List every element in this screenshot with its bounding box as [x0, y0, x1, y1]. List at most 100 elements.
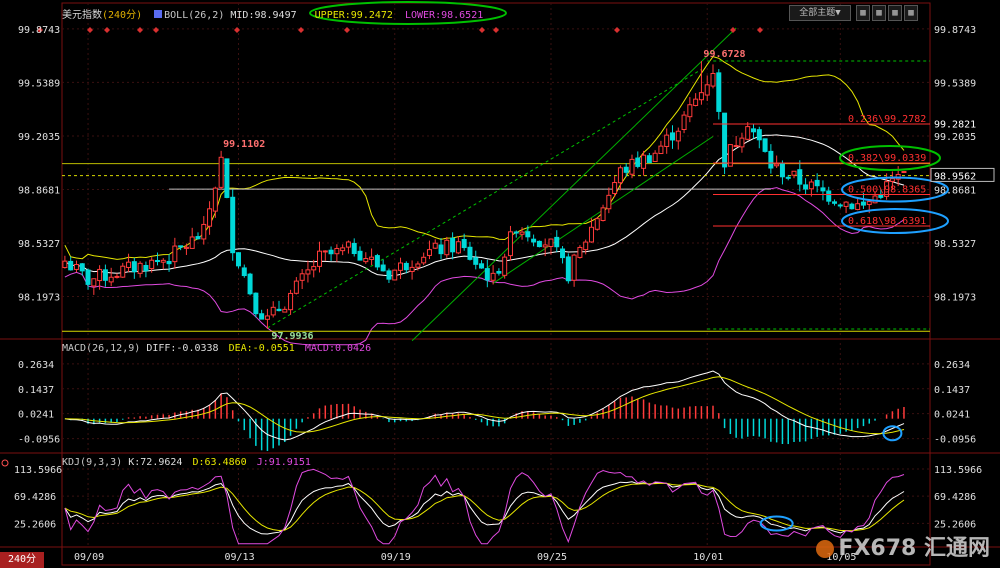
macd-diff: DIFF:-0.0338 — [146, 343, 219, 354]
candle-body — [860, 201, 866, 206]
y-tick-left: 98.5327 — [18, 239, 60, 250]
candle-body — [79, 263, 85, 272]
y-tick-right: 98.8681 — [934, 185, 976, 196]
price-annotation: 97.9936 — [271, 331, 313, 342]
candle-body — [108, 276, 114, 283]
kdj-header: KDJ(9,3,3) K:72.9624 D:63.4860 J:91.9151 — [62, 457, 311, 468]
y-tick-right: 98.5327 — [934, 239, 976, 250]
candle-body — [195, 236, 201, 240]
chart-canvas[interactable]: 0.236\99.2782 0.382\99.0339 0.500\98.8365 0… — [0, 0, 1000, 568]
candle-body — [392, 269, 398, 281]
candle-body — [241, 267, 247, 277]
candle-body — [594, 218, 600, 230]
y-tick-left: 98.1973 — [18, 293, 60, 304]
kdj-y-tick-left: 113.5966 — [14, 465, 62, 476]
candle-body — [687, 104, 693, 118]
y-tick-right: 99.8743 — [934, 25, 976, 36]
candle-body — [496, 271, 502, 274]
event-marker-icon — [493, 27, 499, 33]
candle-body — [218, 156, 224, 188]
y-tick-right: 98.1973 — [934, 293, 976, 304]
x-tick-label: 09/19 — [381, 552, 411, 563]
macd-y-tick-right: 0.2634 — [934, 360, 970, 371]
candle-body — [473, 257, 479, 265]
event-marker-icon — [757, 27, 763, 33]
candle-body — [542, 244, 548, 248]
candle-body — [479, 263, 485, 269]
boll-label: BOLL(26,2) — [164, 10, 225, 21]
period-badge[interactable]: 240分 — [0, 552, 44, 568]
kdj-d: D:63.4860 — [192, 457, 247, 468]
candle-body — [878, 194, 884, 198]
trend-line-dashed — [267, 69, 702, 329]
y-tick-right: 99.5389 — [934, 78, 976, 89]
boll-lower: LOWER:98.6521 — [404, 10, 484, 21]
candle-body — [571, 254, 577, 281]
candle-body — [820, 187, 826, 192]
candle-body — [525, 231, 531, 238]
candle-body — [154, 260, 160, 263]
boll-upper: UPPER:99.2472 — [314, 10, 393, 21]
candle-body — [698, 92, 704, 101]
indicator-toggle-icon[interactable] — [154, 10, 163, 18]
candle-body — [311, 266, 317, 271]
watermark: FX678 汇通网 — [816, 530, 990, 562]
candle-body — [716, 72, 722, 112]
candle-body — [617, 167, 623, 184]
y-tick-left: 99.5389 — [18, 78, 60, 89]
candle-body — [745, 126, 751, 140]
candle-body — [531, 238, 537, 243]
candle-body — [230, 196, 236, 254]
y-tick-left: 99.2035 — [18, 132, 60, 143]
candle-body — [293, 280, 299, 294]
candle-body — [675, 130, 681, 142]
candle-body — [635, 157, 641, 167]
candle-body — [259, 313, 265, 320]
kdj-panel-marker-icon — [1, 459, 9, 467]
candle-body — [131, 261, 137, 273]
y-tick-left: 98.8681 — [18, 185, 60, 196]
candle-body — [710, 72, 716, 87]
candle-body — [276, 308, 282, 312]
event-marker-icon — [298, 27, 304, 33]
candle-body — [652, 152, 658, 162]
kdj-k-line — [64, 481, 905, 535]
price-annotation: 99.1102 — [223, 139, 265, 150]
candle-body — [791, 170, 797, 176]
candle-body — [438, 244, 444, 255]
candle-body — [606, 194, 612, 210]
candle-body — [403, 262, 409, 271]
candle-body — [629, 158, 635, 175]
toolbar-icon-2[interactable]: ▦ — [872, 5, 886, 21]
candle-body — [212, 187, 218, 212]
toolbar-icon-4[interactable]: ▦ — [904, 5, 918, 21]
candle-body — [189, 236, 195, 249]
candle-body — [114, 275, 120, 278]
candle-body — [264, 315, 270, 320]
boll-lower-line — [64, 187, 905, 346]
x-tick-label: 09/09 — [74, 552, 104, 563]
candle-body — [808, 181, 814, 190]
candle-body — [207, 208, 213, 227]
candle-body — [85, 269, 91, 285]
macd-y-tick-left: 0.1437 — [18, 385, 54, 396]
chart-window: 0.236\99.2782 0.382\99.0339 0.500\98.8365 0… — [0, 0, 1000, 568]
candle-body — [421, 256, 427, 264]
kdj-y-tick-right: 69.4286 — [934, 492, 976, 503]
candle-body — [172, 245, 178, 263]
all-themes-dropdown[interactable]: 全部主题▼ — [789, 5, 851, 21]
candle-body — [560, 248, 566, 259]
candle-body — [322, 250, 328, 253]
toolbar-icon-1[interactable]: ▦ — [856, 5, 870, 21]
candle-body — [340, 247, 346, 252]
candle-body — [380, 264, 386, 272]
event-marker-icon — [137, 27, 143, 33]
candle-body — [751, 128, 757, 133]
candle-body — [733, 145, 739, 148]
candle-body — [444, 239, 450, 256]
macd-y-tick-right: 0.0241 — [934, 410, 970, 421]
toolbar-icon-3[interactable]: ▦ — [888, 5, 902, 21]
candle-body — [432, 242, 438, 249]
candle-body — [334, 248, 340, 255]
boll-upper-line — [64, 56, 905, 260]
